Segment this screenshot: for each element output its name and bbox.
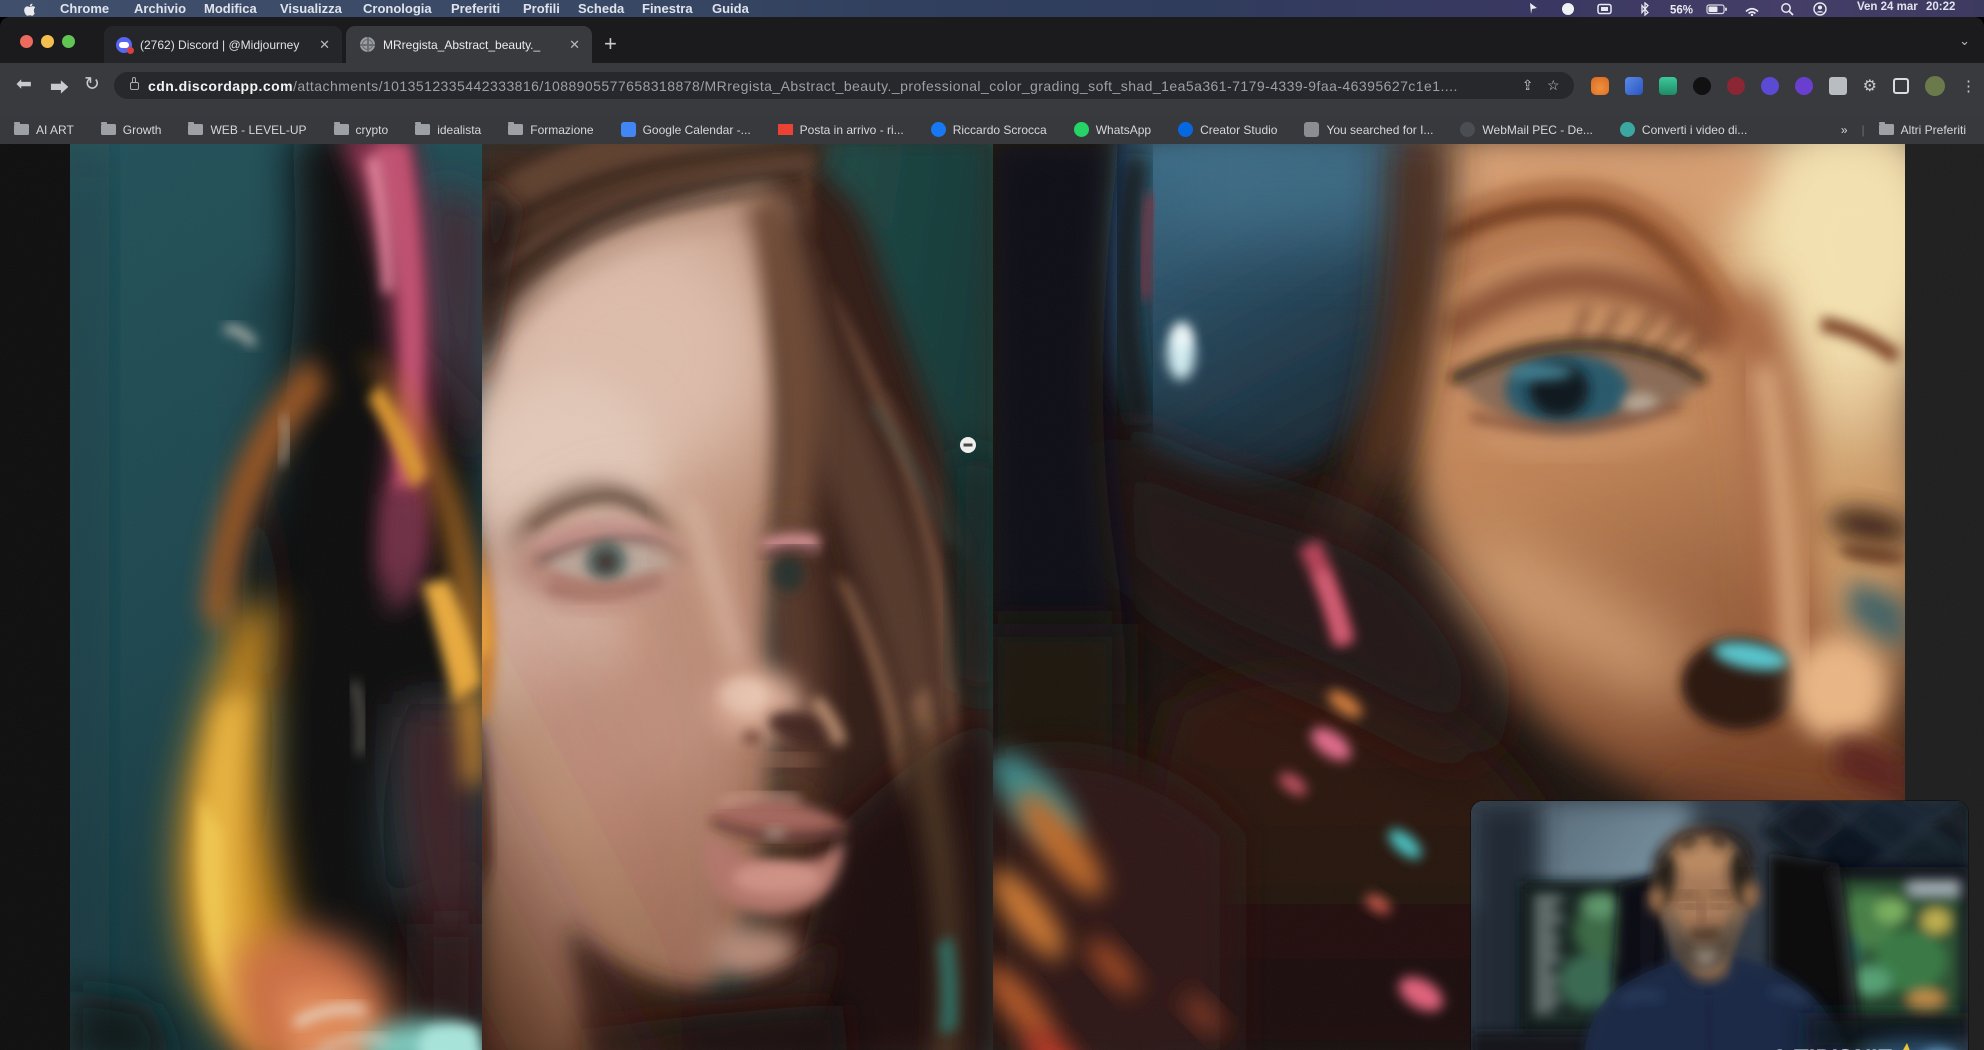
svg-text:56%: 56% [1670,5,1693,17]
svg-text:A TIPISN'E: A TIPISN'E [1768,1045,1892,1050]
